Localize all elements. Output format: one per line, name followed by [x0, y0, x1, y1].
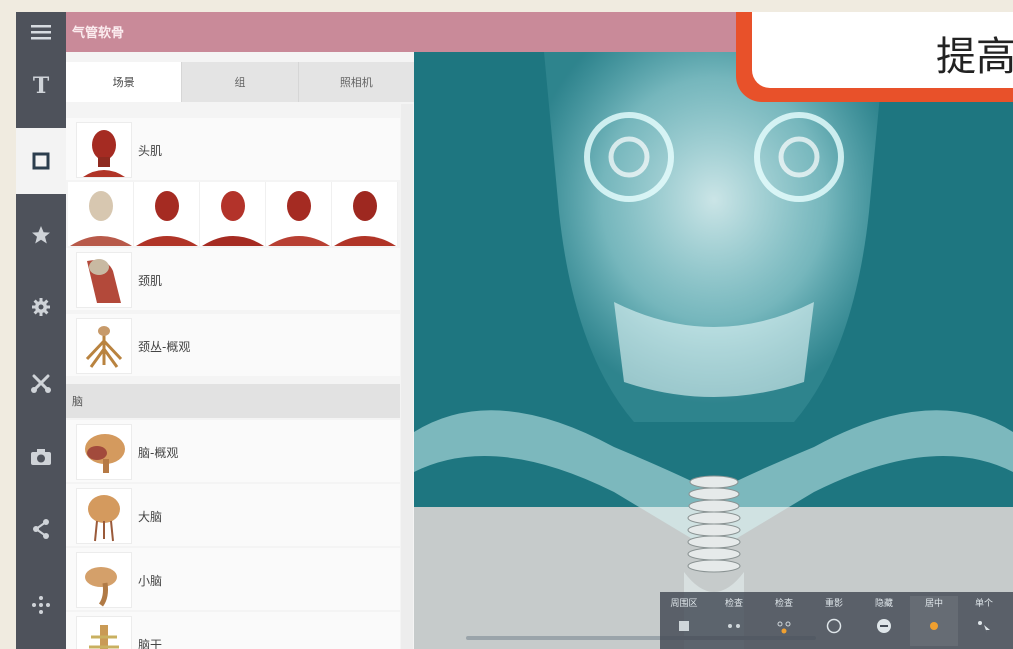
app-window: T 气管软骨 场景 组 照相机 头肌 颈肌 颈丛-概观 脑 脑-概观 大脑 小脑…	[16, 12, 1013, 649]
ghost-tool[interactable]: 重影	[810, 596, 858, 646]
panel-tabs: 场景 组 照相机	[66, 62, 414, 102]
inspect-dots-tool[interactable]: 检查	[760, 596, 808, 646]
hide-icon	[877, 619, 891, 633]
hide-tool[interactable]: 隐藏	[860, 596, 908, 646]
variant-muscle-2[interactable]	[200, 182, 266, 246]
list-item[interactable]: 小脑	[66, 548, 400, 610]
inspect-tool[interactable]: 检查	[710, 596, 758, 646]
menu-icon	[31, 25, 51, 40]
section-label: 脑	[72, 395, 83, 408]
camera-button[interactable]	[16, 424, 66, 490]
variant-muscle-1[interactable]	[134, 182, 200, 246]
variant-skull[interactable]	[68, 182, 134, 246]
center-icon	[930, 622, 938, 630]
single-select-icon	[978, 621, 990, 633]
list-item[interactable]: 头肌	[66, 118, 400, 180]
ghost-icon	[826, 618, 842, 634]
variant-muscle-3[interactable]	[266, 182, 332, 246]
dissect-button[interactable]	[16, 350, 66, 416]
region-tool[interactable]: 周围区	[660, 596, 708, 646]
inspect-icon	[728, 624, 740, 628]
scenes-button[interactable]	[16, 128, 66, 194]
page-title: 气管软骨	[72, 26, 125, 41]
side-rail: T	[16, 12, 66, 649]
brainstem-thumbnail	[76, 616, 132, 649]
list-item-label: 大脑	[138, 510, 163, 524]
list-item[interactable]: 颈肌	[66, 248, 400, 310]
panel-scrollbar[interactable]	[401, 104, 413, 649]
gear-icon	[32, 298, 50, 316]
section-header: 脑	[66, 384, 400, 418]
favorites-button[interactable]	[16, 202, 66, 268]
tab-cameras[interactable]: 照相机	[298, 62, 414, 102]
head-muscle-thumbnail	[76, 122, 132, 178]
list-item-label: 小脑	[138, 574, 163, 588]
svg-text:T: T	[33, 74, 50, 96]
list-item[interactable]: 颈丛-概观	[66, 314, 400, 376]
variant-strip	[68, 182, 398, 246]
cerebellum-thumbnail	[76, 552, 132, 608]
move-button[interactable]	[16, 572, 66, 638]
list-item-label: 颈丛-概观	[138, 340, 191, 354]
brain-overview-thumbnail	[76, 424, 132, 480]
list-item-label: 颈肌	[138, 274, 163, 288]
list-item-label: 脑-概观	[138, 446, 179, 460]
share-button[interactable]	[16, 496, 66, 562]
move-icon	[32, 596, 50, 614]
tutorial-callout: 提高	[736, 12, 1013, 102]
scissors-icon	[31, 374, 51, 393]
list-item-label: 头肌	[138, 144, 163, 158]
list-item[interactable]: 脑-概观	[66, 420, 400, 482]
settings-button[interactable]	[16, 274, 66, 340]
tab-scenes[interactable]: 场景	[66, 62, 183, 102]
variant-muscle-4[interactable]	[332, 182, 398, 246]
menu-button[interactable]	[16, 12, 66, 52]
tab-groups[interactable]: 组	[182, 62, 299, 102]
inspect-dots-icon	[777, 621, 791, 634]
region-icon	[679, 621, 689, 631]
single-select-tool[interactable]: 单个	[960, 596, 1008, 646]
star-icon	[32, 226, 50, 244]
center-tool[interactable]: 居中	[910, 596, 958, 646]
callout-text: 提高	[936, 34, 1013, 80]
text-icon: T	[33, 74, 50, 96]
square-icon	[32, 152, 50, 170]
view-toolbar: 周围区 检查 检查 重影 隐藏 居中 单个	[660, 592, 1013, 649]
share-icon	[33, 519, 49, 539]
skull-xray-render	[414, 52, 1013, 649]
text-button[interactable]: T	[16, 52, 66, 118]
content-panel: 场景 组 照相机 头肌 颈肌 颈丛-概观 脑 脑-概观 大脑 小脑 脑干	[66, 52, 414, 649]
neck-muscle-thumbnail	[76, 252, 132, 308]
camera-icon	[31, 449, 51, 465]
list-item[interactable]: 大脑	[66, 484, 400, 546]
cervical-plexus-thumbnail	[76, 318, 132, 374]
cerebrum-thumbnail	[76, 488, 132, 544]
callout-body: 提高	[752, 12, 1013, 88]
list-item-label: 脑干	[138, 638, 163, 649]
list-item[interactable]: 脑干	[66, 612, 400, 649]
viewport-3d[interactable]	[414, 52, 1013, 649]
